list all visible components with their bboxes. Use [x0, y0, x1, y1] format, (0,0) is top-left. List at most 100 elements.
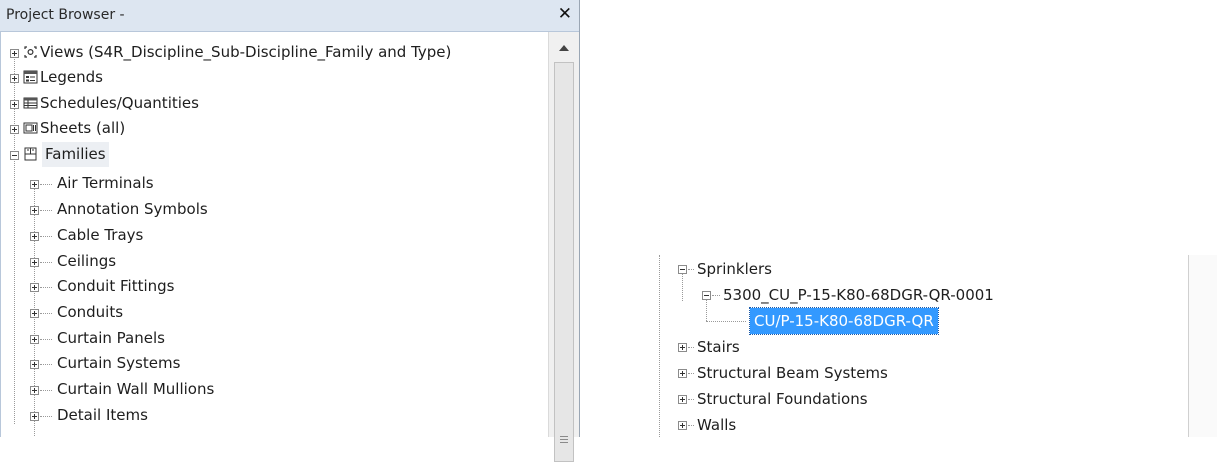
tree-node-family-category[interactable]: Air Terminals	[30, 171, 154, 196]
tree-connector	[40, 339, 52, 340]
tree-node-label: Ceilings	[57, 252, 117, 270]
tree-connector	[40, 416, 52, 417]
tree-node-label: Structural Foundations	[697, 390, 868, 408]
tree-connector	[40, 262, 52, 263]
tree-connector	[40, 236, 52, 237]
panel-title: Project Browser -	[6, 7, 125, 23]
tree-node-label: Cable Trays	[57, 226, 144, 244]
tree-node-label-selected: CU/P-15-K80-68DGR-QR	[749, 307, 939, 335]
expand-icon[interactable]	[30, 412, 39, 421]
project-browser-panel: Project Browser - ✕ Views (S4R_Disciplin…	[0, 0, 580, 462]
tree-node-family[interactable]: 5300_CU_P-15-K80-68DGR-QR-0001	[702, 282, 994, 308]
collapse-icon[interactable]	[702, 291, 711, 300]
tree-node-structural-beam-systems[interactable]: Structural Beam Systems	[678, 360, 888, 386]
tree-connector	[688, 347, 694, 348]
tree-node-label: Structural Beam Systems	[697, 364, 888, 382]
tree-connector	[688, 269, 694, 270]
tree-node-label: 5300_CU_P-15-K80-68DGR-QR-0001	[723, 286, 994, 304]
grip-line	[560, 442, 568, 443]
tree-connector	[40, 313, 52, 314]
tree-node-views[interactable]: Views (S4R_Discipline_Sub-Discipline_Fam…	[10, 40, 451, 65]
expand-icon[interactable]	[10, 125, 19, 134]
expand-icon[interactable]	[678, 343, 687, 352]
expand-icon[interactable]	[10, 100, 19, 109]
scrollbar-thumb[interactable]	[554, 62, 574, 462]
expand-icon[interactable]	[30, 360, 39, 369]
tree-node-family-category[interactable]: Curtain Wall Mullions	[30, 377, 214, 402]
tree-node-walls[interactable]: Walls	[678, 412, 736, 438]
scroll-up-icon[interactable]	[559, 45, 569, 51]
families-icon	[24, 147, 37, 161]
expand-icon[interactable]	[10, 74, 19, 83]
expand-icon[interactable]	[10, 49, 19, 58]
project-browser-tree: Views (S4R_Discipline_Sub-Discipline_Fam…	[0, 32, 548, 437]
tree-node-schedules[interactable]: Schedules/Quantities	[10, 91, 199, 116]
tree-node-family-category[interactable]: Curtain Systems	[30, 351, 180, 376]
collapse-icon[interactable]	[678, 265, 687, 274]
tree-connector	[40, 210, 52, 211]
tree-node-family-category[interactable]: Ceilings	[30, 249, 116, 274]
tree-node-label: Stairs	[697, 338, 740, 356]
tree-connector	[688, 425, 694, 426]
tree-node-sprinklers[interactable]: Sprinklers	[678, 256, 772, 282]
tree-node-label: Air Terminals	[57, 174, 154, 192]
tree-node-label: Views (S4R_Discipline_Sub-Discipline_Fam…	[40, 43, 452, 61]
legend-icon	[23, 70, 38, 84]
collapse-icon[interactable]	[10, 151, 19, 160]
tree-connector	[40, 287, 52, 288]
tree-node-family-category[interactable]: Conduit Fittings	[30, 274, 174, 299]
tree-node-families[interactable]: Families	[10, 142, 109, 167]
tree-connector	[688, 373, 694, 374]
tree-node-family-category[interactable]: Detail Items	[30, 403, 148, 428]
vertical-scrollbar[interactable]	[1188, 255, 1217, 437]
tree-node-stairs[interactable]: Stairs	[678, 334, 740, 360]
tree-node-label: Curtain Panels	[57, 329, 165, 347]
expand-icon[interactable]	[678, 421, 687, 430]
tree-node-label: Annotation Symbols	[57, 200, 208, 218]
expand-icon[interactable]	[30, 309, 39, 318]
tree-node-family-category[interactable]: Curtain Panels	[30, 326, 165, 351]
expand-icon[interactable]	[678, 369, 687, 378]
tree-node-label: Detail Items	[57, 406, 148, 424]
tree-node-label: Sprinklers	[697, 260, 772, 278]
tree-node-family-category[interactable]: Annotation Symbols	[30, 197, 208, 222]
tree-node-label: Sheets (all)	[40, 119, 126, 137]
expand-icon[interactable]	[30, 386, 39, 395]
tree-node-legends[interactable]: Legends	[10, 65, 103, 90]
tree-connector	[40, 364, 52, 365]
expand-icon[interactable]	[30, 258, 39, 267]
tree-node-label: Conduit Fittings	[57, 277, 175, 295]
tree-node-structural-foundations[interactable]: Structural Foundations	[678, 386, 868, 412]
tree-node-sheets[interactable]: Sheets (all)	[10, 116, 125, 141]
tree-node-label: Walls	[697, 416, 737, 434]
tree-connector	[40, 390, 52, 391]
tree-connector	[712, 295, 720, 296]
expand-icon[interactable]	[30, 206, 39, 215]
views-icon	[24, 46, 37, 58]
expand-icon[interactable]	[30, 335, 39, 344]
expand-icon[interactable]	[30, 180, 39, 189]
tree-node-label: Curtain Wall Mullions	[57, 380, 215, 398]
tree-node-family-category[interactable]: Cable Trays	[30, 223, 143, 248]
vertical-scrollbar[interactable]	[548, 32, 579, 462]
sheet-icon	[23, 122, 38, 134]
project-browser-detail-crop: Sprinklers 5300_CU_P-15-K80-68DGR-QR-000…	[657, 255, 1217, 437]
tree-connector	[688, 399, 694, 400]
tree-node-label: Conduits	[57, 303, 124, 321]
grip-line	[560, 439, 568, 440]
tree-node-label: Curtain Systems	[57, 354, 181, 372]
tree-connector	[659, 255, 660, 437]
expand-icon[interactable]	[30, 232, 39, 241]
expand-icon[interactable]	[678, 395, 687, 404]
close-icon[interactable]: ✕	[558, 4, 572, 24]
panel-border	[579, 0, 580, 437]
schedule-icon	[23, 97, 38, 109]
tree-node-type[interactable]: CU/P-15-K80-68DGR-QR	[706, 307, 939, 335]
tree-node-label: Legends	[40, 68, 103, 86]
expand-icon[interactable]	[30, 283, 39, 292]
tree-connector	[706, 321, 746, 322]
tree-connector	[40, 184, 52, 185]
tree-node-label: Schedules/Quantities	[40, 94, 199, 112]
tree-node-family-category[interactable]: Conduits	[30, 300, 123, 325]
panel-titlebar[interactable]: Project Browser - ✕	[0, 0, 580, 32]
